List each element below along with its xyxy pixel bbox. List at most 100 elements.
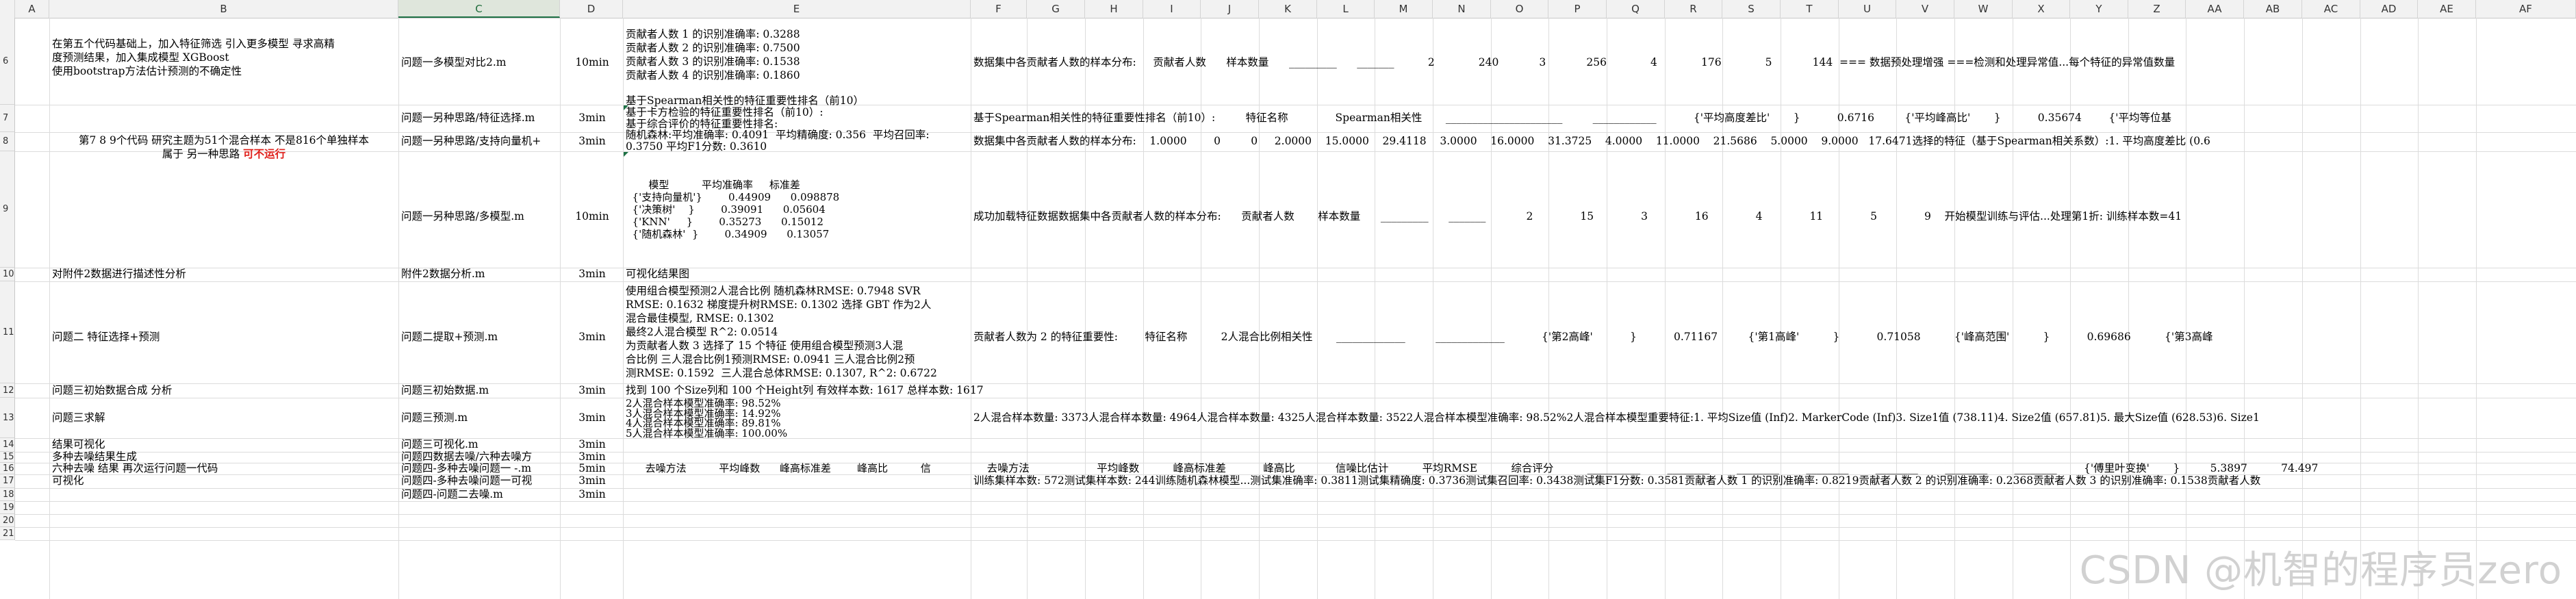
- cell-d6[interactable]: 10min: [563, 56, 622, 69]
- row-header-17[interactable]: 17: [0, 474, 15, 488]
- column-header-aa[interactable]: AA: [2186, 0, 2244, 18]
- cell-d14[interactable]: 3min: [563, 438, 622, 451]
- cell-b11[interactable]: 问题二 特征选择+预测: [52, 331, 397, 344]
- select-all-corner[interactable]: [0, 0, 15, 18]
- column-header-q[interactable]: Q: [1607, 0, 1665, 18]
- column-header-w[interactable]: W: [1954, 0, 2013, 18]
- cell-c7[interactable]: 问题一另种思路/特征选择.m: [401, 112, 559, 132]
- cell-e8[interactable]: 随机森林:平均准确率: 0.4091 平均精确度: 0.356 平均召回率: 0…: [626, 129, 969, 153]
- cell-e7[interactable]: 基于Spearman相关性的特征重要性排名（前10） 基于卡方检验的特征重要性排…: [626, 95, 969, 132]
- cell-d12[interactable]: 3min: [563, 384, 622, 397]
- row-header-14[interactable]: 14: [0, 438, 15, 452]
- cell-d18[interactable]: 3min: [563, 488, 622, 501]
- row-header-13[interactable]: 13: [0, 398, 15, 438]
- column-header-e[interactable]: E: [623, 0, 971, 18]
- column-header-t[interactable]: T: [1781, 0, 1839, 18]
- cell-c13[interactable]: 问题三预测.m: [401, 411, 559, 424]
- cell-f9[interactable]: 成功加载特征数据数据集中各贡献者人数的样本分布: 贡献者人数 样本数量 ____…: [973, 210, 2576, 223]
- column-header-g[interactable]: G: [1027, 0, 1085, 18]
- column-header-s[interactable]: S: [1722, 0, 1781, 18]
- row-header-15[interactable]: 15: [0, 452, 15, 463]
- cell-e11[interactable]: 使用组合模型预测2人混合比例 随机森林RMSE: 0.7948 SVR RMSE…: [626, 284, 969, 380]
- row-header-12[interactable]: 12: [0, 383, 15, 398]
- cell-d10[interactable]: 3min: [563, 268, 622, 281]
- row-header-20[interactable]: 20: [0, 514, 15, 527]
- cell-c10[interactable]: 附件2数据分析.m: [401, 268, 559, 281]
- cell-e6[interactable]: 贡献者人数 1 的识别准确率: 0.3288 贡献者人数 2 的识别准确率: 0…: [626, 27, 969, 82]
- row-header-18[interactable]: 18: [0, 488, 15, 501]
- column-header-o[interactable]: O: [1491, 0, 1548, 18]
- cell-f13[interactable]: 2人混合样本数量: 3373人混合样本数量: 4964人混合样本数量: 4325…: [973, 411, 2576, 424]
- column-header-p[interactable]: P: [1548, 0, 1607, 18]
- cell-d8[interactable]: 3min: [563, 135, 622, 148]
- column-header-a[interactable]: A: [15, 0, 49, 18]
- cell-f11[interactable]: 贡献者人数为 2 的特征重要性: 特征名称 2人混合比例相关性 ________…: [973, 331, 2576, 344]
- cell-f16[interactable]: 去噪方法 平均峰数 峰高标准差 峰高比 信噪比估计 平均RMSE 综合评分 __…: [973, 462, 2576, 475]
- column-header-af[interactable]: AF: [2476, 0, 2576, 18]
- cell-d9[interactable]: 10min: [563, 210, 622, 223]
- cell-c9[interactable]: 问题一另种思路/多模型.m: [401, 210, 559, 223]
- row-header-11[interactable]: 11: [0, 281, 15, 383]
- cell-c8[interactable]: 问题一另种思路/支持向量机+: [401, 135, 559, 148]
- cell-d16[interactable]: 5min: [563, 462, 622, 475]
- column-header-x[interactable]: X: [2013, 0, 2070, 18]
- cell-e16[interactable]: 去噪方法 平均峰数 峰高标准差 峰高比 信: [626, 462, 969, 475]
- column-header-c[interactable]: C: [398, 0, 560, 18]
- cell-f8[interactable]: 数据集中各贡献者人数的样本分布: 1.0000 0 0 2.0000 15.00…: [973, 135, 2576, 148]
- column-header-i[interactable]: I: [1143, 0, 1201, 18]
- row-header-9[interactable]: 9: [0, 151, 15, 268]
- row-header-21[interactable]: 21: [0, 527, 15, 540]
- cell-e12[interactable]: 找到 100 个Size列和 100 个Height列 有效样本数: 1617 …: [626, 384, 1310, 397]
- column-header-j[interactable]: J: [1201, 0, 1259, 18]
- cell-c6[interactable]: 问题一多模型对比2.m: [401, 56, 559, 69]
- cell-d7[interactable]: 3min: [563, 112, 622, 125]
- column-header-m[interactable]: M: [1375, 0, 1433, 18]
- cell-f7[interactable]: 基于Spearman相关性的特征重要性排名（前10）: 特征名称 Spearma…: [973, 112, 2576, 125]
- cell-e9[interactable]: 模型 平均准确率 标准差 {'支持向量机'} 0.44909 0.098878 …: [626, 179, 969, 240]
- column-header-u[interactable]: U: [1839, 0, 1896, 18]
- row-header-16[interactable]: 16: [0, 463, 15, 474]
- row-header-7[interactable]: 7: [0, 105, 15, 132]
- cell-b14[interactable]: 结果可视化: [52, 438, 397, 451]
- column-header-b[interactable]: B: [49, 0, 398, 18]
- column-header-l[interactable]: L: [1317, 0, 1375, 18]
- cell-b8[interactable]: 第7 8 9个代码 研究主题为51个混合样本 不是816个单独样本 属于 另一种思…: [52, 133, 396, 161]
- row-header-10[interactable]: 10: [0, 268, 15, 281]
- cell-e13[interactable]: 2人混合样本模型准确率: 98.52% 3人混合样本模型准确率: 14.92% …: [626, 398, 969, 438]
- cell-c18[interactable]: 问题四-问题二去噪.m: [401, 488, 559, 501]
- column-header-z[interactable]: Z: [2128, 0, 2186, 18]
- column-header-ad[interactable]: AD: [2360, 0, 2418, 18]
- cell-c17[interactable]: 问题四-多种去噪问题一可视: [401, 474, 559, 487]
- column-header-k[interactable]: K: [1259, 0, 1317, 18]
- column-header-v[interactable]: V: [1896, 0, 1954, 18]
- cell-d13[interactable]: 3min: [563, 411, 622, 424]
- cell-b6[interactable]: 在第五个代码基础上，加入特征筛选 引入更多模型 寻求高精 度预测结果，加入集成模…: [52, 37, 397, 78]
- column-header-ab[interactable]: AB: [2244, 0, 2302, 18]
- column-header-y[interactable]: Y: [2070, 0, 2128, 18]
- column-header-d[interactable]: D: [560, 0, 623, 18]
- cell-e10[interactable]: 可视化结果图: [626, 268, 969, 281]
- cell-d11[interactable]: 3min: [563, 331, 622, 344]
- cell-b17[interactable]: 可视化: [52, 474, 397, 487]
- column-gridline: [2244, 18, 2245, 599]
- column-header-f[interactable]: F: [971, 0, 1027, 18]
- column-header-r[interactable]: R: [1665, 0, 1722, 18]
- cell-f6[interactable]: 数据集中各贡献者人数的样本分布: 贡献者人数 样本数量 _________ __…: [973, 56, 2576, 69]
- column-header-n[interactable]: N: [1433, 0, 1491, 18]
- cell-b13[interactable]: 问题三求解: [52, 411, 397, 424]
- row-header-19[interactable]: 19: [0, 501, 15, 514]
- column-header-h[interactable]: H: [1085, 0, 1143, 18]
- column-header-ac[interactable]: AC: [2302, 0, 2360, 18]
- row-header-6[interactable]: 6: [0, 18, 15, 105]
- cell-f17[interactable]: 训练集样本数: 572测试集样本数: 244训练随机森林模型...测试集准确率:…: [973, 474, 2576, 487]
- cell-c12[interactable]: 问题三初始数据.m: [401, 384, 559, 397]
- cell-b12[interactable]: 问题三初始数据合成 分析: [52, 384, 397, 397]
- cell-c11[interactable]: 问题二提取+预测.m: [401, 331, 559, 344]
- row-header-8[interactable]: 8: [0, 132, 15, 151]
- cell-c16[interactable]: 问题四-多种去噪问题一 -.m: [401, 462, 559, 475]
- column-header-ae[interactable]: AE: [2418, 0, 2476, 18]
- cell-b10[interactable]: 对附件2数据进行描述性分析: [52, 268, 397, 281]
- cell-c14[interactable]: 问题三可视化.m: [401, 438, 559, 451]
- cell-b16[interactable]: 六种去噪 结果 再次运行问题一代码: [52, 462, 397, 475]
- cell-d17[interactable]: 3min: [563, 474, 622, 487]
